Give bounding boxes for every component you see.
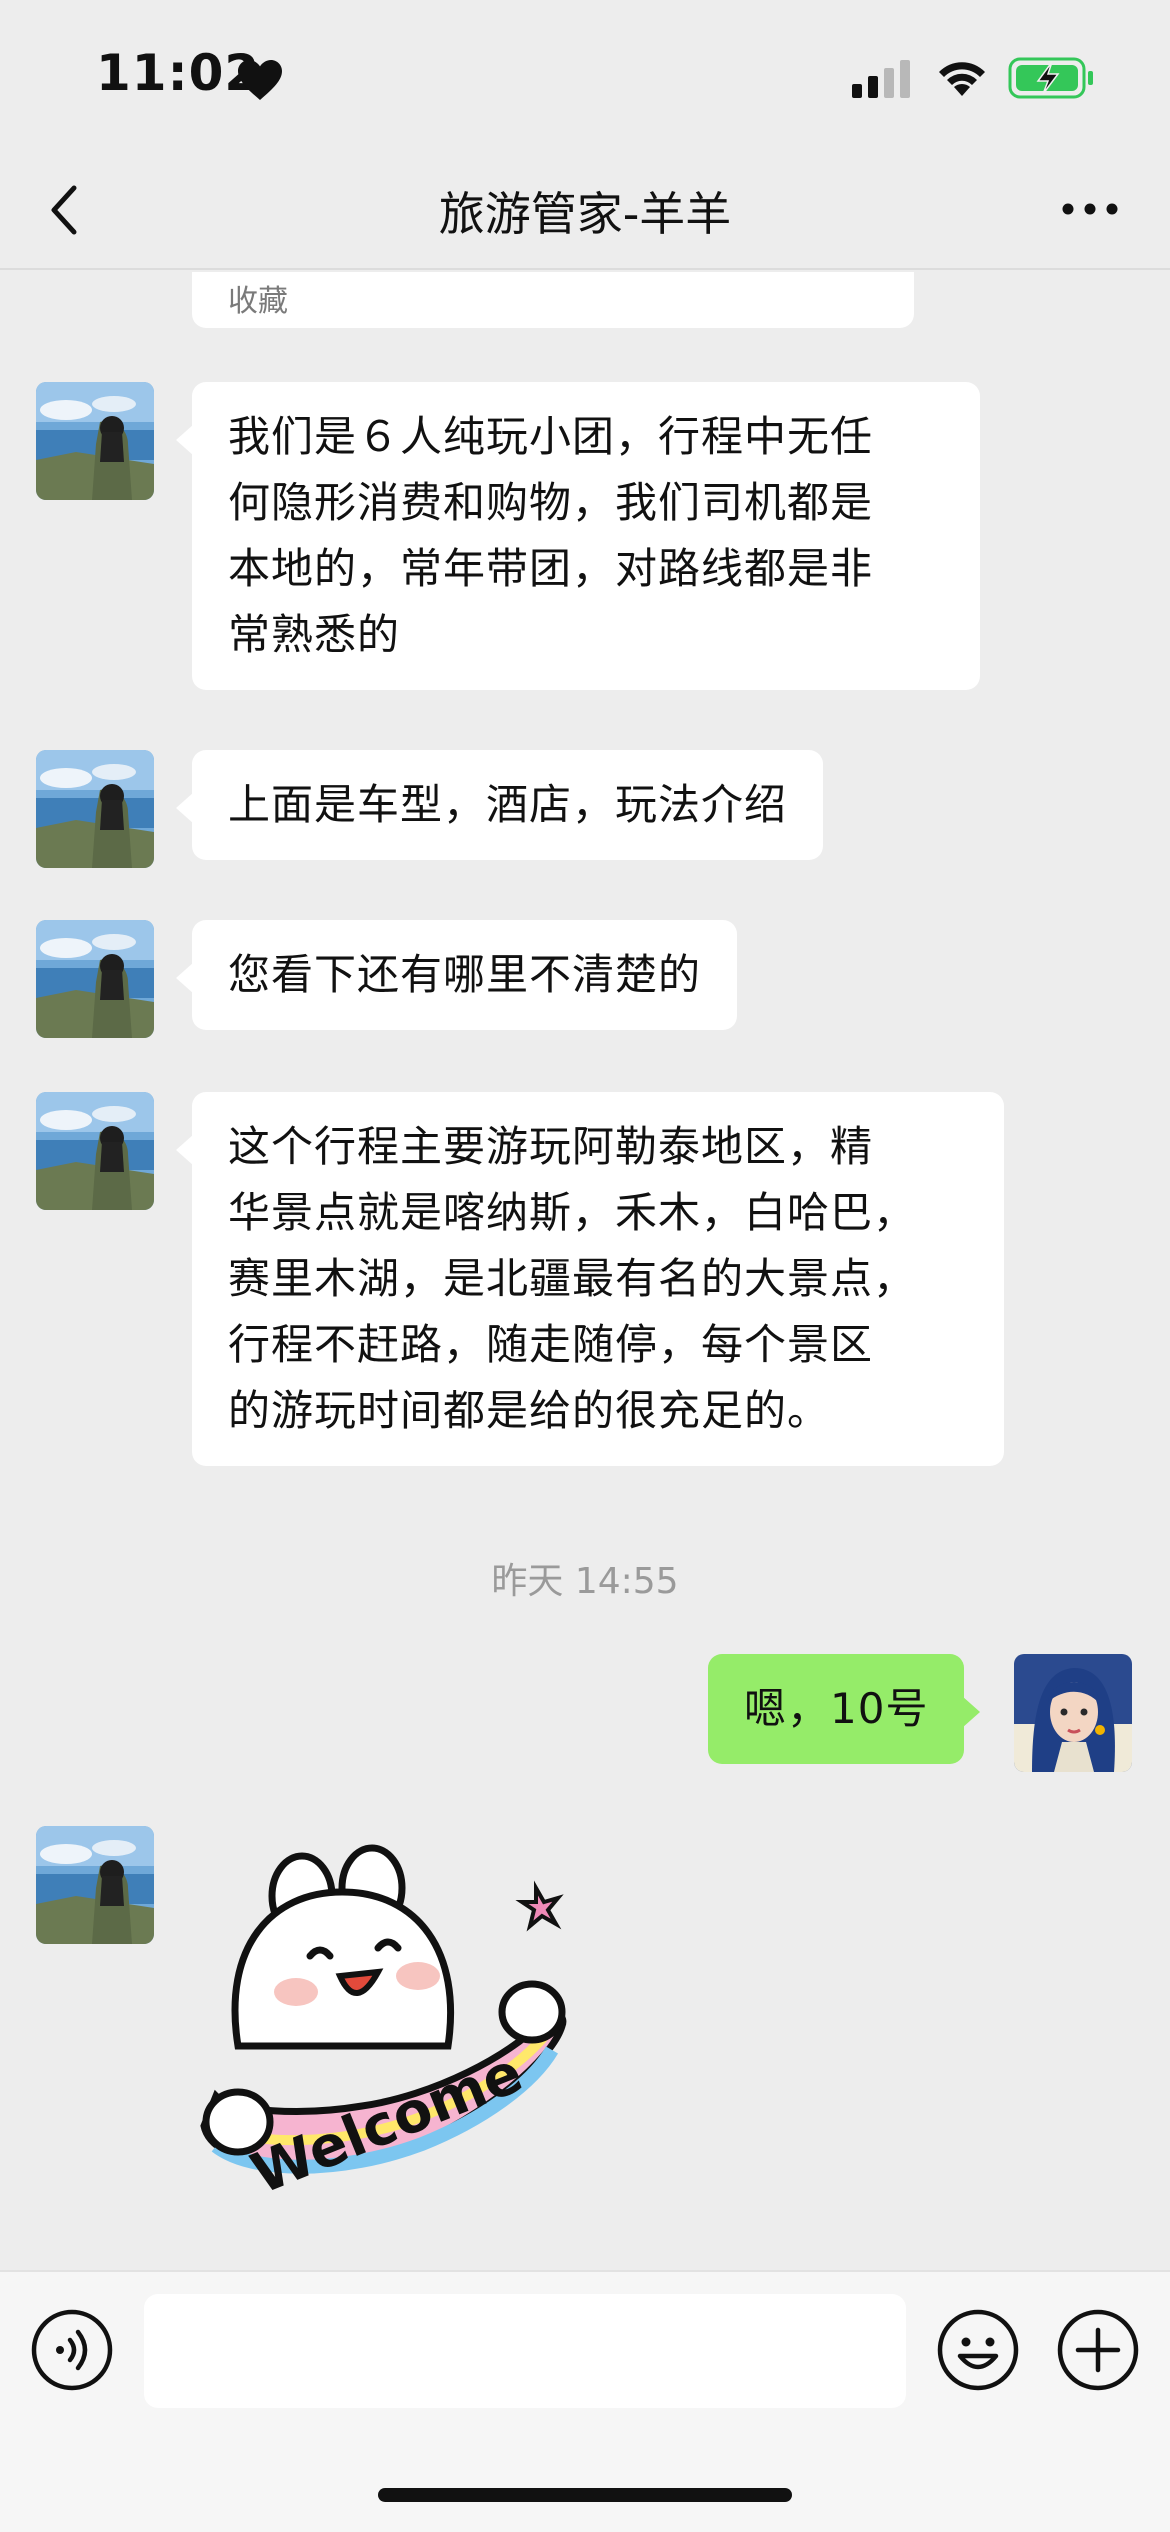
message-bubble-incoming[interactable]: 您看下还有哪里不清楚的 bbox=[175, 920, 738, 1030]
message-line: 这个行程主要游玩阿勒泰地区，精 bbox=[228, 1122, 874, 1171]
cellular-signal-icon bbox=[852, 60, 910, 98]
chat-title: 旅游管家-羊羊 bbox=[438, 187, 732, 241]
voice-input-icon[interactable] bbox=[30, 2308, 114, 2392]
message-line: 本地的，常年带团，对路线都是非 bbox=[228, 544, 874, 593]
message-bubble-incoming[interactable]: 上面是车型，酒店，玩法介绍 bbox=[175, 750, 824, 860]
message-text-input[interactable] bbox=[144, 2294, 906, 2408]
message-line: 我们是６人纯玩小团，行程中无任 bbox=[228, 412, 874, 461]
contact-avatar[interactable] bbox=[36, 1092, 154, 1210]
message-line: 上面是车型，酒店，玩法介绍 bbox=[228, 780, 788, 829]
message-line: 行程不赶路，随走随停，每个景区 bbox=[228, 1320, 874, 1369]
message-line: 的游玩时间都是给的很充足的。 bbox=[228, 1386, 831, 1435]
more-options-icon[interactable] bbox=[1060, 194, 1120, 224]
message-line: 华景点就是喀纳斯，禾木，白哈巴， bbox=[228, 1188, 917, 1237]
contact-avatar[interactable] bbox=[36, 382, 154, 500]
message-bubble-incoming[interactable]: 我们是６人纯玩小团，行程中无任 何隐形消费和购物，我们司机都是 本地的，常年带团… bbox=[176, 382, 980, 690]
status-bar: 11:02 bbox=[0, 0, 1170, 150]
message-timestamp: 昨天 14:55 bbox=[491, 1561, 679, 1602]
message-bubble-outgoing[interactable]: 嗯，10号 bbox=[708, 1654, 981, 1764]
message-line: 常熟悉的 bbox=[228, 610, 401, 659]
emoji-icon[interactable] bbox=[936, 2308, 1020, 2392]
message-line: 嗯，10号 bbox=[744, 1684, 929, 1733]
home-indicator[interactable] bbox=[378, 2488, 792, 2502]
message-bubble-incoming[interactable]: 这个行程主要游玩阿勒泰地区，精 华景点就是喀纳斯，禾木，白哈巴， 赛里木湖，是北… bbox=[176, 1092, 1004, 1466]
heart-icon bbox=[238, 60, 282, 100]
welcome-sticker[interactable]: Welcome bbox=[192, 1826, 612, 2207]
plus-icon[interactable] bbox=[1056, 2308, 1140, 2392]
contact-avatar[interactable] bbox=[36, 1826, 154, 1944]
message-line: 您看下还有哪里不清楚的 bbox=[228, 950, 702, 999]
wifi-icon bbox=[939, 62, 985, 96]
my-avatar[interactable] bbox=[1014, 1654, 1132, 1772]
chat-message-list[interactable]: 收藏 我们是６人纯玩小团，行程中无任 何隐形消费和购物，我们司机都是 本地的，常… bbox=[0, 272, 1170, 2270]
favorite-message-card[interactable]: 收藏 bbox=[192, 272, 914, 328]
message-line: 何隐形消费和购物，我们司机都是 bbox=[228, 478, 874, 527]
favorite-label: 收藏 bbox=[228, 284, 288, 319]
battery-charging-icon bbox=[1008, 57, 1093, 99]
message-line: 赛里木湖，是北疆最有名的大景点， bbox=[228, 1254, 917, 1303]
contact-avatar[interactable] bbox=[36, 750, 154, 868]
nav-bar: 旅游管家-羊羊 bbox=[0, 150, 1170, 270]
contact-avatar[interactable] bbox=[36, 920, 154, 1038]
